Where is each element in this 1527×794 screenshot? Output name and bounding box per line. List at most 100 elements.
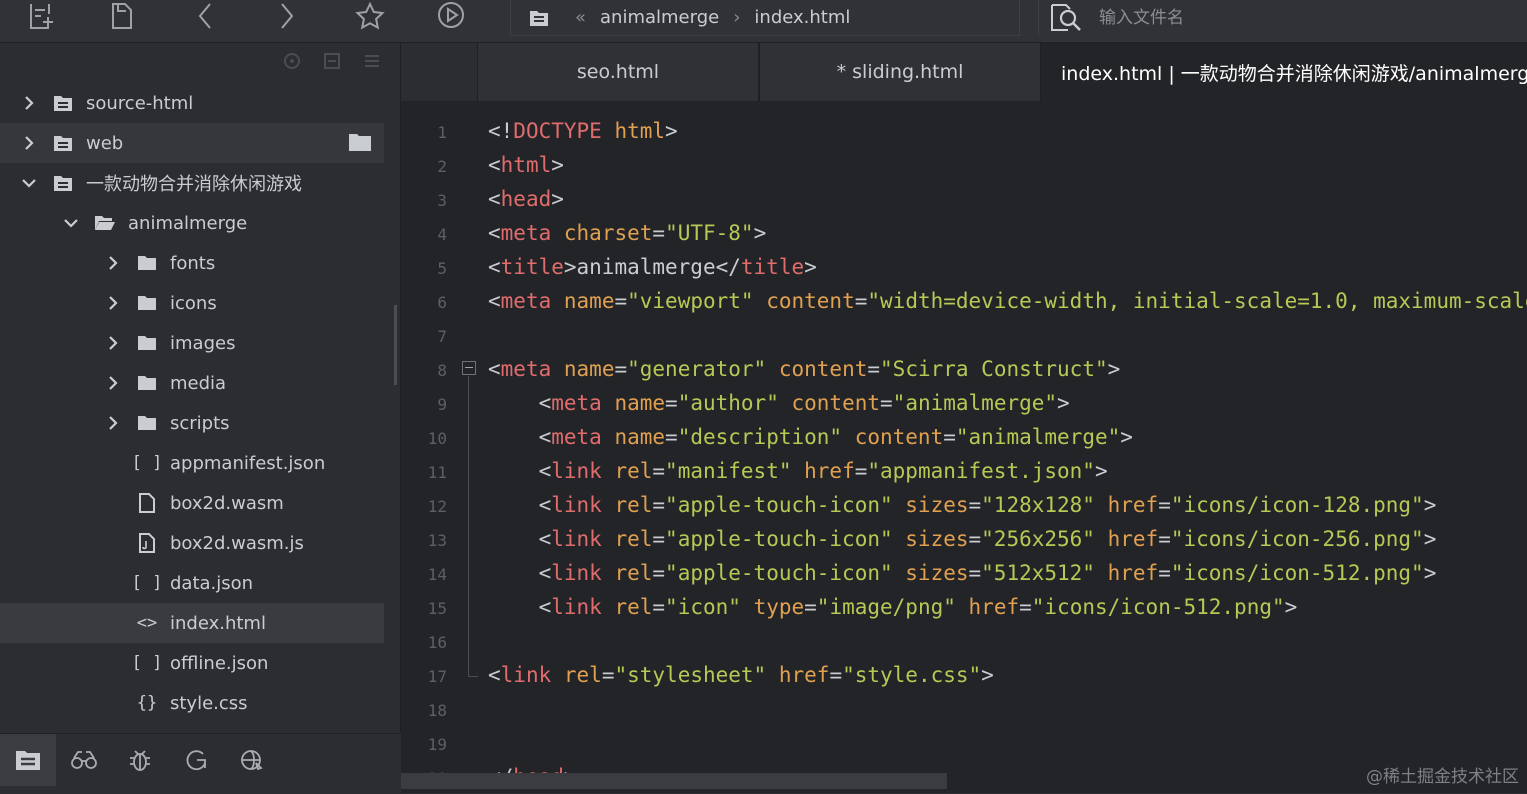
tree-item-label: box2d.wasm.js <box>170 532 304 554</box>
code-token: rel <box>614 493 653 517</box>
tree-item-animalmerge[interactable]: animalmerge <box>0 203 384 243</box>
code-token: "icons/icon-512.png" <box>1031 595 1285 619</box>
code-token: "appmanifest.json" <box>867 459 1095 483</box>
code-token: < <box>488 561 552 585</box>
fold-guide <box>468 376 469 676</box>
code-token: < <box>488 153 501 177</box>
tree-item-source-html[interactable]: source-html <box>0 83 384 123</box>
debug-panel-icon[interactable] <box>112 734 168 786</box>
tree-item-label: offline.json <box>170 652 269 674</box>
tree-item-box2d-wasm-js[interactable]: box2d.wasm.js <box>0 523 384 563</box>
open-folder-icon[interactable] <box>348 132 372 157</box>
file-icon <box>136 492 158 514</box>
tree-item-label: appmanifest.json <box>170 452 326 474</box>
watermark: @稀土掘金技术社区 <box>1366 767 1519 787</box>
code-token: "author" <box>677 391 779 415</box>
html-file-icon: <> <box>136 613 158 633</box>
files-panel-icon[interactable] <box>0 734 56 786</box>
code-token: "viewport" <box>627 289 754 313</box>
menu-icon[interactable] <box>362 51 382 71</box>
preview-panel-icon[interactable] <box>224 734 280 786</box>
code-line: <link rel="apple-touch-icon" sizes="512x… <box>488 556 1437 590</box>
code-line: <meta name="author" content="animalmerge… <box>488 386 1070 420</box>
tree-item-data-json[interactable]: [ ] data.json <box>0 563 384 603</box>
chevron-right-icon[interactable] <box>102 372 124 394</box>
tree-item-scripts[interactable]: scripts <box>0 403 384 443</box>
collapse-all-icon[interactable] <box>322 51 342 71</box>
locate-icon[interactable] <box>282 51 302 71</box>
json-file-icon: [ ] <box>131 573 163 593</box>
code-token: href <box>804 459 855 483</box>
tree-item-images[interactable]: images <box>0 323 384 363</box>
code-token: < <box>488 391 552 415</box>
code-line: <link rel="icon" type="image/png" href="… <box>488 590 1298 624</box>
code-token: < <box>488 425 552 449</box>
code-token: meta <box>500 357 552 381</box>
code-token: = <box>652 221 666 245</box>
forward-icon[interactable] <box>266 0 306 32</box>
sidebar-scrollbar[interactable] <box>394 305 397 385</box>
code-token: meta <box>551 425 602 449</box>
code-token: "icons/icon-256.png" <box>1170 527 1424 551</box>
breadcrumb-project[interactable]: animalmerge <box>600 7 719 28</box>
horizontal-scrollbar[interactable] <box>401 773 947 789</box>
chevron-right-icon[interactable] <box>102 412 124 434</box>
tree-item-web[interactable]: web <box>0 123 384 163</box>
chevron-right-icon[interactable] <box>102 332 124 354</box>
tree-item-appmanifest-json[interactable]: [ ] appmanifest.json <box>0 443 384 483</box>
project-folder-icon <box>52 92 74 114</box>
fold-toggle-icon[interactable] <box>462 361 476 375</box>
code-token: meta <box>551 391 602 415</box>
project-folder-icon <box>52 172 74 194</box>
code-token: > <box>1423 561 1437 585</box>
tree-item-offline-json[interactable]: [ ] offline.json <box>0 643 384 683</box>
git-panel-icon[interactable] <box>168 734 224 786</box>
tree-item-icons[interactable]: icons <box>0 283 384 323</box>
star-icon[interactable] <box>350 0 390 32</box>
code-token: > <box>981 663 994 687</box>
tree-item-fonts[interactable]: fonts <box>0 243 384 283</box>
code-editor[interactable]: 1234567891011121314151617181920 <!DOCTYP… <box>401 101 1527 793</box>
code-token: name <box>563 357 615 381</box>
tree-item-index-html[interactable]: <> index.html <box>0 603 384 643</box>
chevron-down-icon[interactable] <box>60 212 82 234</box>
find-panel-icon[interactable] <box>56 734 112 786</box>
folder-icon <box>529 9 549 27</box>
tree-item-style-css[interactable]: {} style.css <box>0 683 384 723</box>
tab-sliding-html[interactable]: * sliding.html <box>759 43 1041 101</box>
chevron-right-icon[interactable] <box>18 132 40 154</box>
save-icon[interactable] <box>102 0 142 32</box>
code-token: charset <box>563 221 653 245</box>
line-number: 3 <box>437 191 447 210</box>
tab-seo-html[interactable]: seo.html <box>477 43 759 101</box>
chevron-right-icon[interactable] <box>102 292 124 314</box>
code-token: link <box>500 663 552 687</box>
tab-index-html[interactable]: index.html | 一款动物合并消除休闲游戏/animalmerge <box>1041 43 1527 101</box>
chevron-right-icon[interactable] <box>18 92 40 114</box>
tree-item-media[interactable]: media <box>0 363 384 403</box>
breadcrumb-file[interactable]: index.html <box>754 7 850 28</box>
line-number: 18 <box>427 701 447 720</box>
file-search-input[interactable] <box>1097 7 1481 29</box>
code-token: = <box>829 663 843 687</box>
code-token: "UTF-8" <box>665 221 754 245</box>
code-token: title <box>740 255 805 279</box>
code-token: sizes <box>905 561 969 585</box>
line-number: 11 <box>427 463 447 482</box>
tree-item-box2d-wasm[interactable]: box2d.wasm <box>0 483 384 523</box>
code-token: = <box>968 561 982 585</box>
new-file-icon[interactable] <box>20 0 60 32</box>
code-token: > <box>1423 527 1437 551</box>
back-icon[interactable] <box>186 0 226 32</box>
chevron-right-icon[interactable] <box>102 252 124 274</box>
chevron-down-icon[interactable] <box>18 172 40 194</box>
run-icon[interactable] <box>431 0 471 32</box>
code-line: <link rel="manifest" href="appmanifest.j… <box>488 454 1108 488</box>
tree-item-[interactable]: 一款动物合并消除休闲游戏 <box>0 163 384 203</box>
